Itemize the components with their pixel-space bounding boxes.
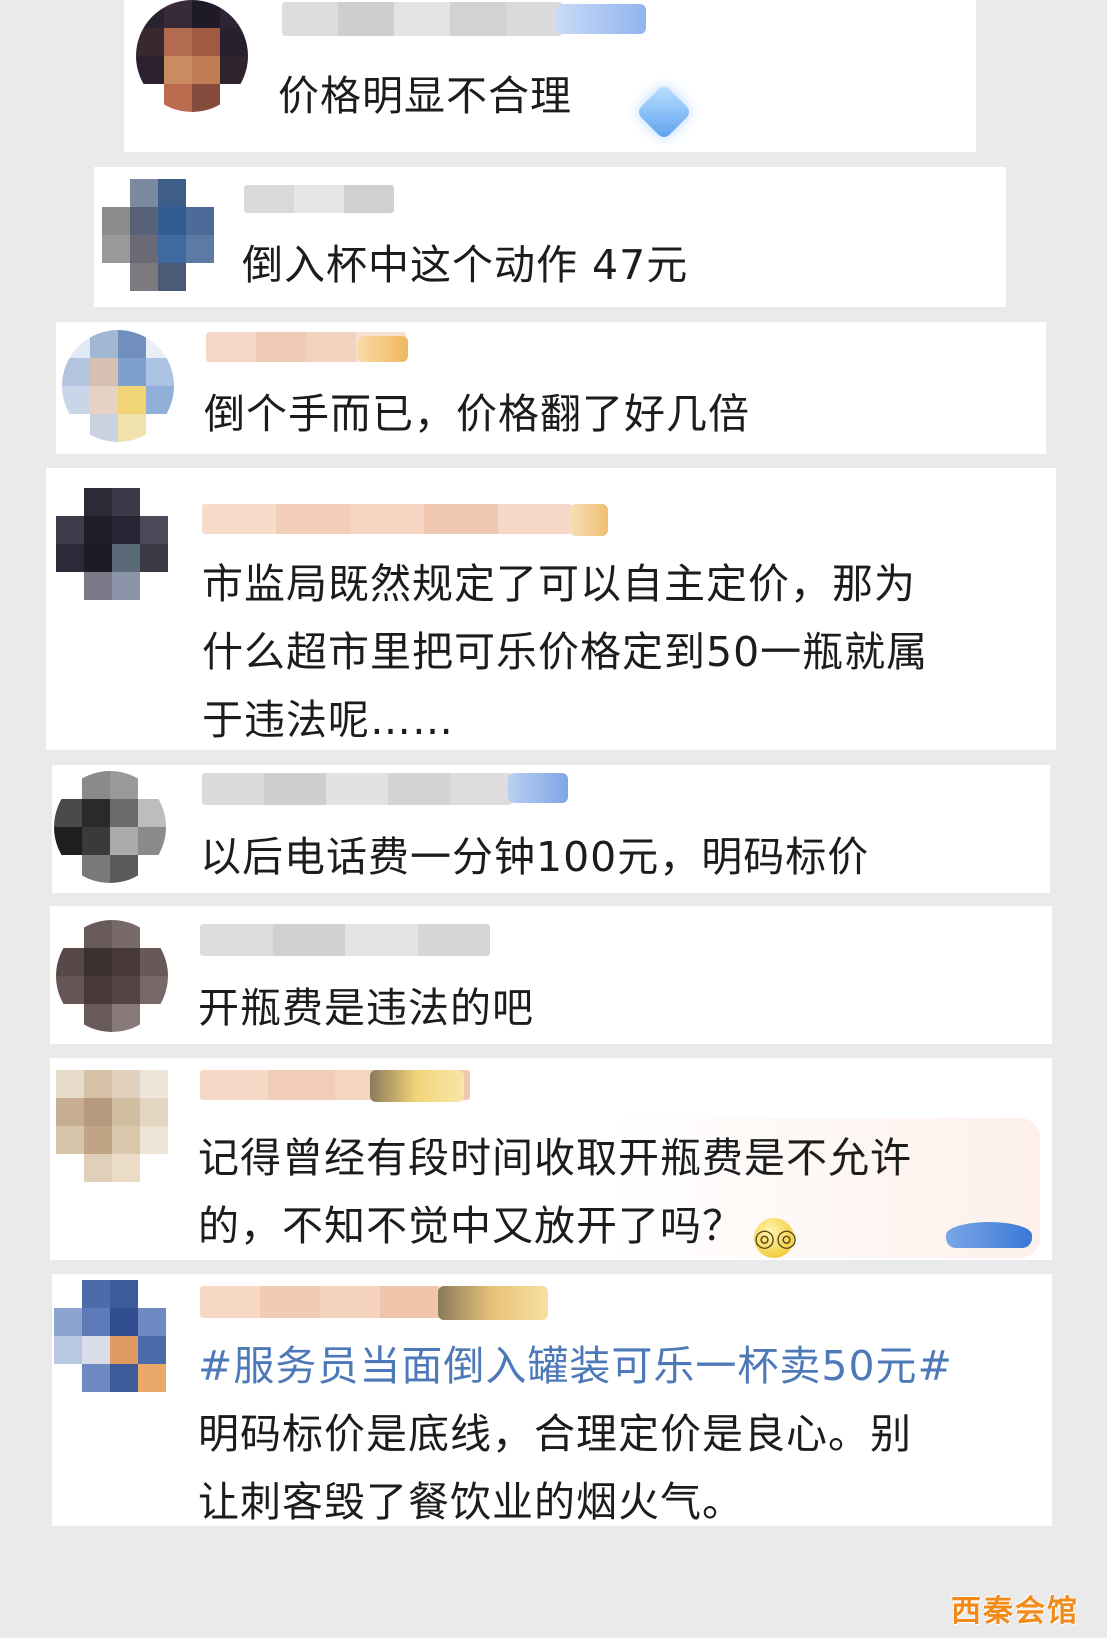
username-blurred[interactable] — [200, 1286, 440, 1318]
comment-text: #服务员当面倒入罐装可乐一杯卖50元# 明码标价是底线，合理定价是良心。别 让刺… — [198, 1332, 953, 1536]
comment-text: 市监局既然规定了可以自主定价，那为 什么超市里把可乐价格定到50一瓶就属 于违法… — [202, 560, 929, 744]
avatar[interactable] — [56, 920, 168, 1032]
comment-card: 开瓶费是违法的吧 — [50, 906, 1052, 1044]
glasses-emoji-icon: ◎◎ — [754, 1218, 797, 1258]
watermark-logo: 西秦会馆 — [951, 1594, 1079, 1629]
comment-card: 以后电话费一分钟100元，明码标价 — [52, 765, 1050, 893]
whale-decoration-icon — [946, 1222, 1032, 1248]
comment-text: 开瓶费是违法的吧 — [198, 984, 534, 1032]
diamond-badge-icon — [635, 83, 693, 141]
hashtag-link[interactable]: #服务员当面倒入罐装可乐一杯卖50元# — [198, 1332, 953, 1400]
fan-badge-icon — [358, 336, 408, 362]
username-blurred[interactable] — [202, 504, 572, 534]
comment-text: 价格明显不合理 — [278, 72, 572, 120]
avatar[interactable] — [56, 1070, 168, 1182]
fan-badge-icon — [570, 504, 608, 536]
comment-text: 记得曾经有段时间收取开瓶费是不允许 的，不知不觉中又放开了吗？ ◎◎ — [198, 1124, 912, 1260]
username-blurred[interactable] — [282, 2, 562, 36]
avatar[interactable] — [62, 330, 174, 442]
comment-card: 价格明显不合理 — [124, 0, 976, 152]
comment-text: 倒个手而已，价格翻了好几倍 — [204, 390, 750, 438]
comment-text: 以后电话费一分钟100元，明码标价 — [200, 833, 870, 881]
username-blurred[interactable] — [200, 924, 490, 956]
comment-card: 市监局既然规定了可以自主定价，那为 什么超市里把可乐价格定到50一瓶就属 于违法… — [46, 468, 1056, 750]
comment-card: #服务员当面倒入罐装可乐一杯卖50元# 明码标价是底线，合理定价是良心。别 让刺… — [52, 1274, 1052, 1526]
avatar[interactable] — [56, 488, 168, 600]
fan-badge-icon — [438, 1286, 548, 1320]
avatar[interactable] — [136, 0, 248, 112]
username-blurred[interactable] — [244, 185, 394, 213]
level-badge-icon — [556, 4, 646, 34]
comment-card: 倒入杯中这个动作 47元 — [94, 167, 1006, 307]
comment-text: 倒入杯中这个动作 47元 — [242, 241, 689, 289]
avatar[interactable] — [102, 179, 214, 291]
comment-card: 记得曾经有段时间收取开瓶费是不允许 的，不知不觉中又放开了吗？ ◎◎ — [50, 1058, 1052, 1260]
fan-badge-icon — [370, 1070, 464, 1102]
avatar[interactable] — [54, 1280, 166, 1392]
username-blurred[interactable] — [202, 773, 512, 805]
avatar[interactable] — [54, 771, 166, 883]
level-badge-icon — [508, 773, 568, 803]
comment-card: 倒个手而已，价格翻了好几倍 — [56, 322, 1046, 454]
